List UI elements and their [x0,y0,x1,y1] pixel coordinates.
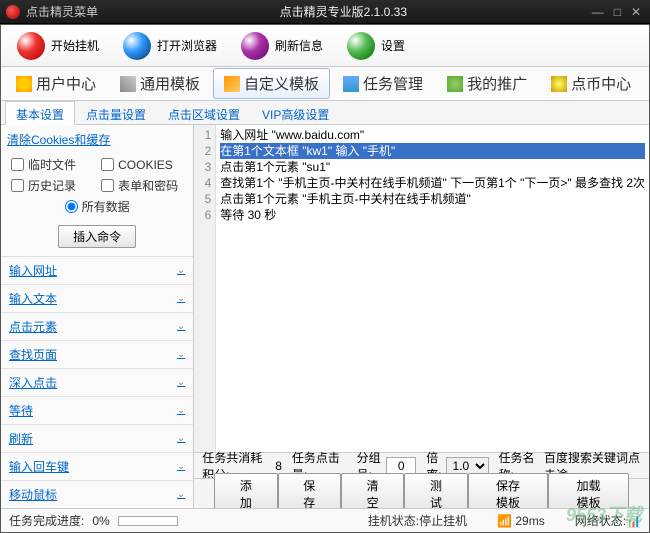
maximize-button[interactable]: □ [611,5,624,19]
net-label: 网络状态: [575,514,626,528]
coin-icon [551,76,567,92]
subtab-click-area[interactable]: 点击区域设置 [157,101,251,124]
progress-bar [118,516,178,526]
tab-user-center[interactable]: 用户中心 [5,68,107,99]
progress-value: 0% [92,514,109,528]
cmd-find-page[interactable]: 查找页面⌄ [1,341,193,369]
chevron-icon: ⌄ [177,433,185,444]
gear-icon [347,32,375,60]
cmd-input-url[interactable]: 输入网址⌄ [1,257,193,285]
edit-icon [224,76,240,92]
chk-history[interactable]: 历史记录 [11,177,93,194]
wrench-icon [120,76,136,92]
script-line[interactable]: 输入网址 "www.baidu.com" [220,127,645,143]
subtab-basic[interactable]: 基本设置 [5,101,75,125]
script-line[interactable]: 点击第1个元素 "手机主页-中关村在线手机频道" [220,191,645,207]
insert-command-button[interactable]: 插入命令 [58,225,136,248]
minimize-button[interactable]: — [589,5,607,19]
cmd-move-mouse[interactable]: 移动鼠标⌄ [1,481,193,508]
cmd-wait[interactable]: 等待⌄ [1,397,193,425]
state-label: 挂机状态: [368,514,419,528]
browser-icon [123,32,151,60]
script-editor[interactable]: 123456 输入网址 "www.baidu.com" 在第1个文本框 "kw1… [194,125,649,452]
command-list: 输入网址⌄ 输入文本⌄ 点击元素⌄ 查找页面⌄ 深入点击⌄ 等待⌄ 刷新⌄ 输入… [1,257,193,508]
cmd-enter-key[interactable]: 输入回车键⌄ [1,453,193,481]
chevron-icon: ⌄ [177,405,185,416]
start-button[interactable]: 开始挂机 [9,28,107,64]
script-line[interactable]: 点击第1个元素 "su1" [220,159,645,175]
menu-label[interactable]: 点击精灵菜单 [26,3,98,20]
chevron-icon: ⌄ [177,321,185,332]
list-icon [343,76,359,92]
sub-tabs: 基本设置 点击量设置 点击区域设置 VIP高级设置 [1,101,649,125]
side-panel: 清除Cookies和缓存 临时文件 COOKIES 历史记录 表单和密码 所有数… [1,125,194,508]
group-input[interactable] [386,457,416,475]
ping-value: 29ms [515,514,544,528]
points-value: 8 [275,459,282,473]
chevron-icon: ⌄ [177,349,185,360]
chevron-icon: ⌄ [177,265,185,276]
refresh-icon [241,32,269,60]
subtab-click-volume[interactable]: 点击量设置 [75,101,157,124]
window-title: 点击精灵专业版2.1.0.33 [98,3,589,20]
play-icon [17,32,45,60]
clear-cookies-header[interactable]: 清除Cookies和缓存 [7,131,187,148]
script-line[interactable]: 等待 30 秒 [220,207,645,223]
chevron-icon: ⌄ [177,461,185,472]
cmd-deep-click[interactable]: 深入点击⌄ [1,369,193,397]
tab-coin-center[interactable]: 点币中心 [540,68,642,99]
tab-task-manage[interactable]: 任务管理 [332,68,434,99]
tab-general-template[interactable]: 通用模板 [109,68,211,99]
cmd-input-text[interactable]: 输入文本⌄ [1,285,193,313]
script-line[interactable]: 在第1个文本框 "kw1" 输入 "手机" [220,143,645,159]
close-button[interactable]: ✕ [628,5,644,19]
star-icon [16,76,32,92]
chk-forms[interactable]: 表单和密码 [101,177,183,194]
user-icon [447,76,463,92]
chk-temp[interactable]: 临时文件 [11,156,93,173]
chk-all[interactable]: 所有数据 [11,198,183,215]
cmd-refresh[interactable]: 刷新⌄ [1,425,193,453]
chevron-icon: ⌄ [177,293,185,304]
open-browser-button[interactable]: 打开浏览器 [115,28,225,64]
settings-button[interactable]: 设置 [339,28,413,64]
app-icon [6,5,20,19]
rate-select[interactable]: 1.0 [446,457,489,475]
button-row: 添加 保存 清空 测试 保存模板 加载模板 [194,478,649,508]
footer-bar: 任务完成进度:0% 挂机状态:停止挂机 📶 29ms 网络状态:📊 [1,508,649,532]
tab-custom-template[interactable]: 自定义模板 [213,68,330,99]
chevron-icon: ⌄ [177,377,185,388]
progress-label: 任务完成进度: [9,512,84,529]
line-gutter: 123456 [194,125,216,452]
tab-my-promo[interactable]: 我的推广 [436,68,538,99]
nav-tabs: 用户中心 通用模板 自定义模板 任务管理 我的推广 点币中心 [1,67,649,101]
state-value: 停止挂机 [419,514,467,528]
refresh-info-button[interactable]: 刷新信息 [233,28,331,64]
chevron-icon: ⌄ [177,489,185,500]
chk-cookies[interactable]: COOKIES [101,156,183,173]
subtab-vip[interactable]: VIP高级设置 [251,101,340,124]
cmd-click-element[interactable]: 点击元素⌄ [1,313,193,341]
script-line[interactable]: 查找第1个 "手机主页-中关村在线手机频道" 下一页第1个 "下一页>" 最多查… [220,175,645,191]
main-toolbar: 开始挂机 打开浏览器 刷新信息 设置 [1,25,649,67]
